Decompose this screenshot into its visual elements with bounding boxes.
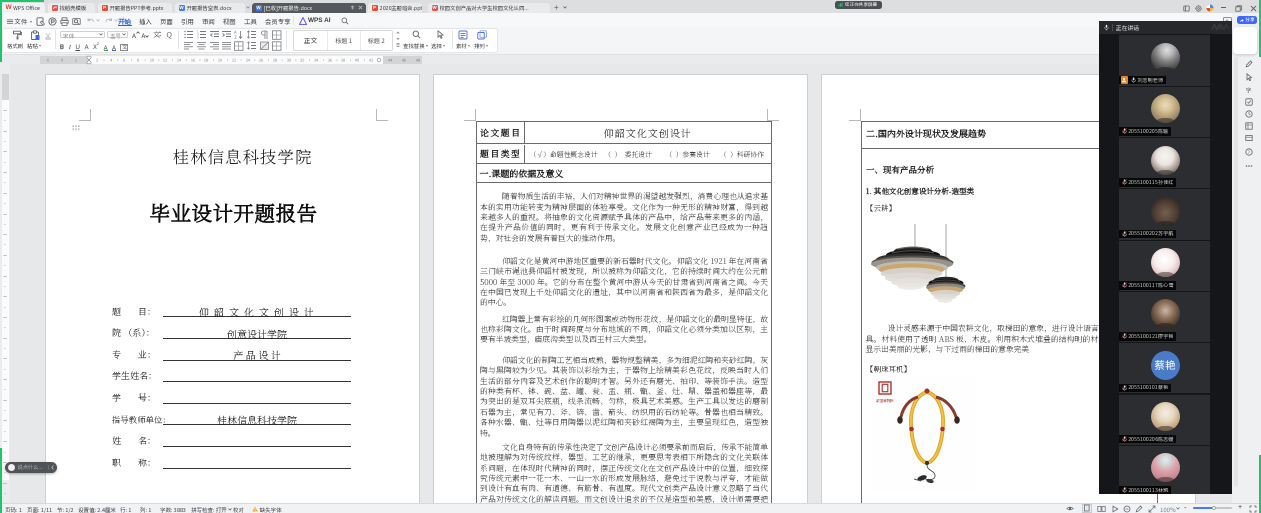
- svg-text:6: 6: [47, 58, 49, 63]
- svg-text:16: 16: [191, 58, 195, 63]
- svg-text:18: 18: [204, 58, 208, 63]
- svg-text:44: 44: [388, 58, 392, 63]
- svg-text:28: 28: [273, 58, 277, 63]
- svg-text:30: 30: [287, 58, 291, 63]
- svg-text:Z: Z: [234, 35, 238, 40]
- svg-text:12: 12: [163, 58, 167, 63]
- svg-text:20: 20: [218, 58, 222, 63]
- svg-text:10: 10: [150, 58, 154, 63]
- svg-text:26: 26: [259, 58, 263, 63]
- svg-text:22: 22: [232, 58, 236, 63]
- svg-text:2: 2: [75, 58, 77, 63]
- svg-text:4: 4: [110, 58, 112, 63]
- svg-text:字: 字: [1245, 86, 1252, 94]
- svg-text:4: 4: [61, 58, 63, 63]
- svg-text:40: 40: [355, 58, 359, 63]
- svg-text:38: 38: [341, 58, 345, 63]
- svg-text:42: 42: [369, 58, 373, 63]
- svg-text:8: 8: [137, 58, 139, 63]
- svg-text:Q: Q: [167, 30, 173, 39]
- svg-text:3: 3: [197, 36, 199, 40]
- svg-text:48: 48: [416, 58, 420, 63]
- svg-text:6: 6: [123, 58, 125, 63]
- svg-text:24: 24: [246, 58, 250, 63]
- svg-text:36: 36: [328, 58, 332, 63]
- svg-text:文: 文: [153, 30, 161, 39]
- svg-text:46: 46: [402, 58, 406, 63]
- svg-text:2: 2: [96, 58, 98, 63]
- svg-text:34: 34: [314, 58, 318, 63]
- svg-text:故宫博物院: 故宫博物院: [876, 398, 895, 403]
- svg-text:32: 32: [300, 58, 304, 63]
- svg-text:14: 14: [177, 58, 181, 63]
